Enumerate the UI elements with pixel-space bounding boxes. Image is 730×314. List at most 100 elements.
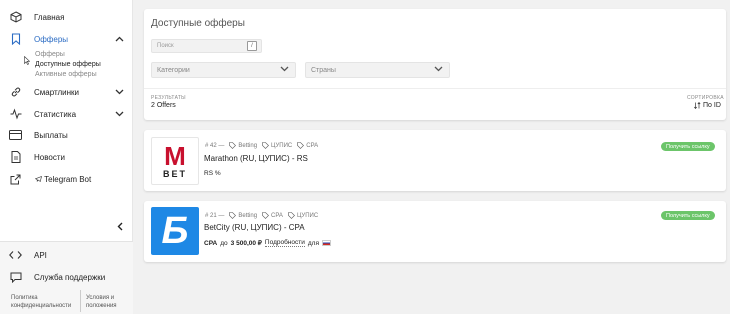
terms-line-2: положения (86, 303, 117, 309)
results-count: 2 Offers (151, 102, 176, 109)
document-icon (9, 151, 22, 164)
chevron-up-icon[interactable] (114, 34, 124, 44)
sidebar-subitem-offers[interactable]: Офферы (35, 51, 65, 58)
chevron-down-icon (280, 66, 289, 74)
privacy-line-1: Политика (11, 295, 38, 301)
sidebar-item-statistics[interactable]: Статистика (0, 104, 133, 124)
tag-icon (288, 212, 295, 219)
logo-letter: M (164, 141, 186, 171)
get-link-button[interactable]: Получить ссылку (661, 142, 715, 151)
collapse-sidebar-button[interactable] (114, 220, 126, 232)
marathon-logo: M BET (151, 137, 199, 185)
search-shortcut-badge: / (247, 41, 257, 51)
sidebar-item-news[interactable]: Новости (0, 147, 133, 167)
sidebar-item-label: Telegram Bot (34, 174, 92, 184)
tag: CPA (297, 142, 318, 149)
chevron-down-icon[interactable] (114, 109, 124, 119)
tag: ЦУПИС (262, 142, 292, 149)
privacy-policy-link[interactable]: Политика конфиденциальности (11, 294, 71, 310)
footer-divider (80, 290, 81, 312)
credit-card-icon (9, 129, 22, 142)
tag-label: ЦУПИС (296, 212, 319, 219)
terms-line-1: Условия и (86, 295, 115, 301)
logo-subtext: BET (163, 169, 187, 179)
categories-placeholder: Категории (157, 66, 190, 74)
tag: Betting (229, 142, 257, 149)
offer-rate: RS % (204, 170, 221, 177)
offer-name[interactable]: Marathon (RU, ЦУПИС) - RS (204, 154, 308, 163)
offer-name[interactable]: BetCity (RU, ЦУПИС) - CPA (204, 223, 305, 232)
privacy-line-2: конфиденциальности (11, 303, 72, 309)
tag-icon (262, 142, 269, 149)
russia-flag-icon (321, 240, 331, 246)
countries-placeholder: Страны (311, 66, 336, 74)
terms-link[interactable]: Условия и положения (86, 294, 117, 310)
sidebar-item-api[interactable]: API (0, 245, 133, 265)
sort-label: СОРТИРОВКА (687, 95, 724, 101)
sidebar-item-label: Служба поддержки (34, 272, 106, 282)
sort-icon (694, 102, 701, 109)
sidebar-item-label: Смартлинки (34, 87, 80, 97)
chat-icon (9, 271, 22, 284)
telegram-bot-label: Telegram Bot (44, 174, 92, 184)
sidebar-item-telegram-bot[interactable]: Telegram Bot (0, 169, 133, 189)
sort-select[interactable]: По ID (694, 102, 721, 109)
sidebar-item-label: API (34, 250, 47, 260)
rate-up-to: до (220, 239, 228, 247)
code-icon (9, 249, 22, 262)
tag-label: Betting (238, 212, 258, 219)
sidebar-item-payouts[interactable]: Выплаты (0, 125, 133, 145)
external-link-icon (9, 173, 22, 186)
tag-label: CPA (271, 212, 283, 219)
sidebar-item-label: Офферы (34, 34, 69, 44)
filters-divider (144, 88, 726, 89)
tag-icon (229, 142, 237, 149)
offer-meta: # 21 — Betting CPA ЦУПИС (205, 212, 318, 219)
chevron-down-icon (434, 66, 443, 74)
sidebar-item-label: Главная (34, 12, 65, 22)
bookmark-icon (9, 33, 22, 46)
sort-value: По ID (703, 102, 721, 109)
sidebar-item-smartlinks[interactable]: Смартлинки (0, 82, 133, 102)
sidebar-item-label: Новости (34, 152, 65, 162)
tag-label: CPA (306, 142, 319, 149)
logo-letter: Б (161, 210, 189, 252)
sidebar-item-label: Выплаты (34, 130, 68, 140)
rate-type: CPA (204, 239, 218, 247)
mouse-cursor-icon (24, 55, 31, 67)
cube-icon (9, 11, 22, 24)
tag-icon (229, 212, 237, 219)
tag: Betting (229, 212, 257, 219)
rate-details-link[interactable]: Подробности (264, 239, 305, 247)
tag: ЦУПИС (288, 212, 318, 219)
search-input[interactable]: Поиск (151, 39, 262, 53)
tag-label: ЦУПИС (271, 142, 293, 149)
page-title: Доступные офферы (151, 18, 245, 29)
sidebar-subitem-available-offers[interactable]: Доступные офферы (35, 61, 101, 68)
chevron-down-icon[interactable] (114, 87, 124, 97)
sidebar-subitem-active-offers[interactable]: Активные офферы (35, 71, 97, 78)
activity-icon (9, 108, 22, 121)
get-link-button[interactable]: Получить ссылку (661, 211, 715, 220)
tag-icon (262, 212, 269, 219)
countries-select[interactable]: Страны (305, 62, 450, 78)
sidebar-item-offers[interactable]: Офферы (0, 29, 133, 49)
offer-meta: # 42 — Betting ЦУПИС CPA (205, 142, 318, 149)
results-label: РЕЗУЛЬТАТЫ (151, 95, 186, 101)
link-icon (9, 86, 22, 99)
offer-id: # 42 — (205, 142, 225, 149)
rate-for: для (307, 239, 319, 247)
tag-label: Betting (238, 142, 258, 149)
offer-id: # 21 — (205, 212, 225, 219)
rate-amount: 3 500,00 ₽ (230, 240, 262, 247)
sidebar-item-support[interactable]: Служба поддержки (0, 267, 133, 287)
tag-icon (297, 142, 305, 149)
sidebar: Главная Офферы Офферы Доступные офферы А… (0, 0, 133, 314)
telegram-icon (34, 176, 42, 183)
tag: CPA (262, 212, 283, 219)
sidebar-item-home[interactable]: Главная (0, 7, 133, 27)
sidebar-item-label: Статистика (34, 109, 77, 119)
betcity-logo: Б (151, 207, 199, 255)
categories-select[interactable]: Категории (151, 62, 296, 78)
offer-rate: CPA до 3 500,00 ₽ Подробности для (204, 239, 331, 247)
